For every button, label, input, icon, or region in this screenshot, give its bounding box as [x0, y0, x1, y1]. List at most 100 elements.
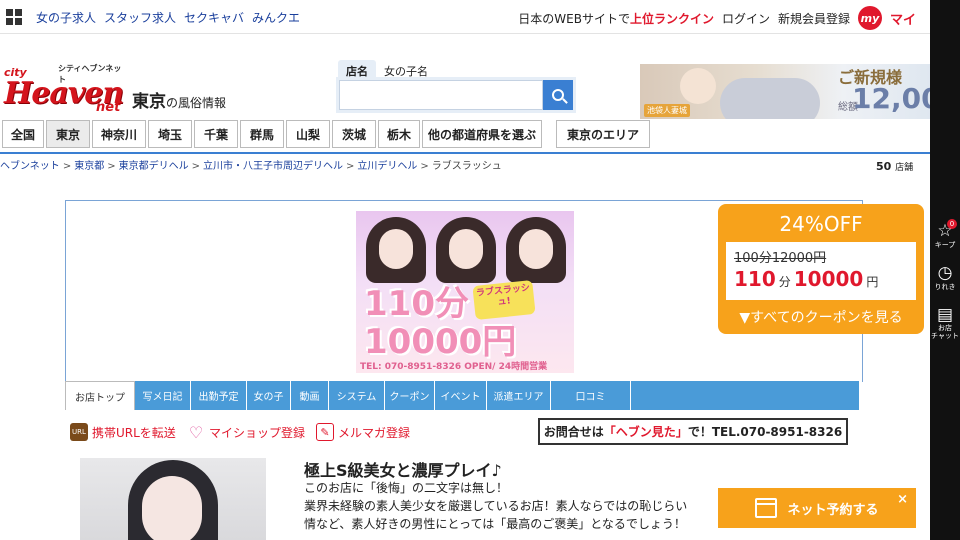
inquiry-tel: で！TEL.070-8951-8326	[687, 425, 843, 439]
keep-button[interactable]: ☆ 0 キープ	[930, 219, 960, 250]
crumb-item[interactable]: 東京都デリヘル	[119, 161, 189, 172]
my-badge-icon[interactable]: my	[858, 6, 882, 30]
history-label: りれき	[934, 283, 956, 291]
net-reserve-button[interactable]: ネット予約する ×	[718, 488, 916, 528]
pref-tokyo[interactable]: 東京	[46, 120, 90, 148]
girl-photo[interactable]	[80, 458, 266, 540]
search-icon	[552, 89, 564, 101]
history-button[interactable]: ◷ りれき	[930, 264, 960, 292]
net-reserve-label: ネット予約する	[787, 502, 879, 518]
tab-video[interactable]: 動画	[291, 381, 329, 410]
tab-event[interactable]: イベント	[435, 381, 487, 410]
banner-face-3	[519, 229, 553, 269]
tab-coupon[interactable]: クーポン	[385, 381, 435, 410]
pref-other[interactable]: 他の都道府県を選ぶ	[422, 120, 542, 148]
coupon-price-box: 100分12000円 110 分 10000 円	[726, 242, 916, 300]
search-input[interactable]	[339, 80, 543, 110]
coupon-new-price: 110 分 10000 円	[734, 267, 881, 291]
breadcrumb: ヘブンネット > 東京都 > 東京都デリヘル > 立川市・八王子市周辺デリヘル > 立川デリヘル…	[0, 161, 502, 172]
pref-yamanashi[interactable]: 山梨	[286, 120, 330, 148]
pref-chiba[interactable]: 千葉	[194, 120, 238, 148]
rank-notice: 日本のWEBサイトで上位ランクイン	[518, 10, 714, 27]
coupon-minutes: 110	[734, 267, 776, 291]
inquiry-box: お問合せは 「ヘブン見た」 で！TEL.070-8951-8326	[538, 418, 848, 445]
prefecture-nav: 全国 東京 神奈川 埼玉 千葉 群馬 山梨 茨城 栃木 他の都道府県を選ぶ 東京…	[0, 120, 930, 154]
coupon-price: 10000	[793, 267, 864, 291]
coupon-box[interactable]: 24%OFF 100分12000円 110 分 10000 円 ▼すべてのクーポンを見…	[718, 204, 924, 334]
keep-count-badge: 0	[947, 219, 957, 229]
heart-icon: ♡	[188, 422, 204, 442]
send-url-label: 携帯URLを転送	[92, 425, 176, 440]
tab-shop-top[interactable]: お店トップ	[65, 381, 135, 410]
pref-kanagawa[interactable]: 神奈川	[92, 120, 146, 148]
register-link[interactable]: 新規会員登録	[778, 10, 850, 27]
my-page-link[interactable]: マイ	[890, 9, 930, 28]
top-link-staff-jobs[interactable]: スタッフ求人	[104, 9, 176, 26]
banner-tag: ラブスラッシュ!	[472, 279, 536, 321]
rank-prefix: 日本のWEBサイトで	[518, 11, 630, 26]
banner-line-1: 110分	[364, 284, 469, 324]
chat-label: お店 チャット	[931, 324, 959, 340]
tab-reviews[interactable]: 口コミ	[551, 381, 631, 410]
area-title: 東京の風俗情報	[132, 87, 226, 112]
banner-face-2	[449, 229, 483, 269]
shop-description: このお店に「後悔」の二文字は無し！ 業界未経験の素人美少女を厳選しているお店！素…	[304, 479, 734, 533]
promo-banner[interactable]: 池袋人妻城 ご新規様 総額 12,00	[640, 64, 930, 119]
crumb-item[interactable]: 立川デリヘル	[357, 161, 417, 172]
crumb-current: ラブスラッシュ	[431, 161, 502, 172]
coupon-see-all-link[interactable]: ▼すべてのクーポンを見る	[718, 307, 924, 327]
tab-schedule[interactable]: 出勤予定	[191, 381, 247, 410]
promo-price: 12,00	[852, 82, 930, 115]
banner-line-2: 10000円	[364, 322, 517, 362]
description-line: このお店に「後悔」の二文字は無し！	[304, 481, 509, 495]
grid-menu-icon[interactable]	[6, 9, 22, 25]
keep-label: キープ	[934, 241, 956, 249]
logo-net: net	[96, 100, 121, 115]
crumb-item[interactable]: 立川市・八王子市周辺デリヘル	[203, 161, 343, 172]
shop-count-number: 50	[876, 160, 892, 173]
promo-face	[680, 68, 716, 104]
inquiry-prefix: お問合せは	[543, 425, 604, 439]
pref-all[interactable]: 全国	[2, 120, 44, 148]
description-line: 情など、素人好きの男性にとっては「最高のご褒美」となるでしょう！	[304, 517, 686, 531]
crumb-item[interactable]: ヘブンネット	[0, 161, 60, 172]
top-bar: 女の子求人 スタッフ求人 セクキャバ みんクエ 日本のWEBサイトで上位ランクイ…	[0, 0, 930, 34]
banner-face-1	[379, 229, 413, 269]
area-name: 東京	[132, 92, 166, 112]
tab-system[interactable]: システム	[329, 381, 385, 410]
tab-girls[interactable]: 女の子	[247, 381, 291, 410]
top-link-sekukyaba[interactable]: セクキャバ	[184, 9, 244, 26]
pref-gunma[interactable]: 群馬	[240, 120, 284, 148]
search-button[interactable]	[543, 80, 573, 110]
photo-face	[142, 476, 202, 540]
coupon-old-price: 100分12000円	[734, 251, 827, 266]
promo-model	[720, 78, 820, 119]
rank-highlight: 上位ランクイン	[629, 11, 714, 26]
inquiry-highlight: 「ヘブン見た」	[603, 425, 688, 439]
shop-tabs: お店トップ 写メ日記 出勤予定 女の子 動画 システム クーポン イベント 派遣…	[65, 381, 859, 410]
pref-saitama[interactable]: 埼玉	[148, 120, 192, 148]
shop-banner[interactable]: 110分 10000円 ラブスラッシュ! TEL: 070-8951-8326 O…	[356, 211, 574, 373]
calendar-icon	[755, 498, 778, 518]
top-link-minkue[interactable]: みんクエ	[252, 9, 300, 26]
myshop-link[interactable]: ♡ マイショップ登録	[187, 422, 306, 442]
coupon-minutes-unit: 分	[778, 275, 791, 289]
mail-magazine-link[interactable]: ✎ メルマガ登録	[316, 423, 410, 441]
right-rail: ☆ 0 キープ ◷ りれき ▤ お店 チャット	[930, 0, 960, 540]
login-link[interactable]: ログイン	[722, 10, 770, 27]
mail-edit-icon: ✎	[316, 423, 334, 441]
chat-button[interactable]: ▤ お店 チャット	[930, 306, 960, 340]
tokyo-area-button[interactable]: 東京のエリア	[556, 120, 650, 148]
tab-area[interactable]: 派遣エリア	[487, 381, 551, 410]
top-link-girl-jobs[interactable]: 女の子求人	[36, 9, 96, 26]
myshop-label: マイショップ登録	[209, 425, 306, 440]
site-logo[interactable]: city シティヘブンネット Heaven net	[4, 60, 126, 118]
pref-ibaraki[interactable]: 茨城	[332, 120, 376, 148]
shop-catch-title: 極上S級美女と濃厚プレイ♪	[304, 461, 502, 480]
send-url-link[interactable]: URL 携帯URLを転送	[70, 423, 176, 441]
tab-diary[interactable]: 写メ日記	[135, 381, 191, 410]
area-suffix: の風俗情報	[166, 96, 227, 110]
crumb-item[interactable]: 東京都	[74, 161, 104, 172]
pref-tochigi[interactable]: 栃木	[378, 120, 420, 148]
close-icon[interactable]: ×	[897, 492, 908, 507]
